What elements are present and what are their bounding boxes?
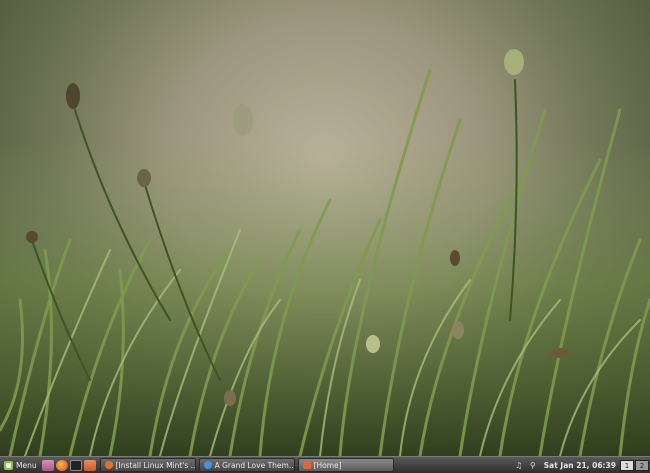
seed-head <box>137 169 151 187</box>
workspace-1[interactable]: 1 <box>620 459 634 471</box>
music-note-icon[interactable]: ♫ <box>514 461 524 470</box>
terminal-launcher-icon[interactable] <box>69 459 82 471</box>
taskbar-window-firefox[interactable]: [Install Linux Mint's ... <box>99 458 196 472</box>
firefox-launcher-icon[interactable] <box>55 459 68 471</box>
taskbar-window-chrome[interactable]: A Grand Love Them... <box>198 458 295 472</box>
mint-logo-icon <box>4 460 13 470</box>
bottom-panel: Menu [Install Linux Mint's ... A Grand L… <box>0 456 650 473</box>
seed-head <box>66 83 80 109</box>
home-folder-launcher-icon[interactable] <box>83 459 96 471</box>
seed-head <box>233 104 253 136</box>
seed-head <box>26 231 38 243</box>
task-label: [Home] <box>313 460 342 470</box>
network-icon[interactable]: ⚲ <box>528 461 538 470</box>
clock[interactable]: Sat Jan 21, 06:39 <box>544 461 616 470</box>
workspace-2[interactable]: 2 <box>635 459 649 471</box>
seed-head <box>366 335 380 353</box>
show-desktop-icon[interactable] <box>41 459 54 471</box>
chrome-icon <box>203 461 212 469</box>
desktop-wallpaper <box>0 0 650 456</box>
task-label: [Install Linux Mint's ... <box>115 460 196 470</box>
menu-button[interactable]: Menu <box>0 457 41 473</box>
task-label: A Grand Love Them... <box>214 460 295 470</box>
seed-head <box>224 390 236 406</box>
grass-wallpaper <box>0 49 650 456</box>
seed-head <box>450 250 460 266</box>
seed-head <box>452 321 464 339</box>
system-tray: ♫ ⚲ Sat Jan 21, 06:39 1 2 <box>512 457 650 473</box>
seed-head <box>551 348 569 358</box>
taskbar-window-home[interactable]: [Home] <box>297 458 394 472</box>
menu-label: Menu <box>16 460 37 470</box>
seed-head <box>504 49 524 75</box>
firefox-icon <box>104 461 113 469</box>
folder-icon <box>302 461 311 469</box>
